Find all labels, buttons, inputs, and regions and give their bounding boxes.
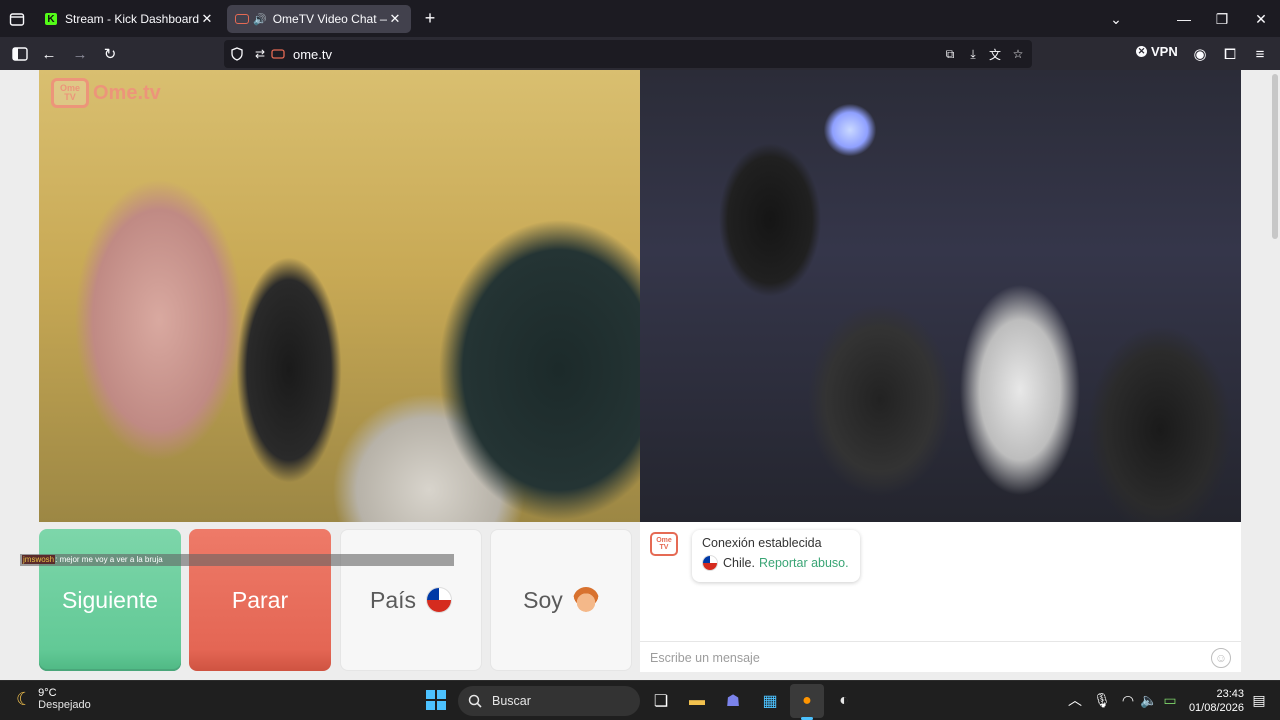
country-button[interactable]: País <box>340 529 482 671</box>
remote-video <box>640 70 1241 522</box>
moon-icon: ☾ <box>16 688 33 709</box>
clock-date: 01/08/2026 <box>1188 702 1244 714</box>
overlay-message: : mejor me voy a ver a la bruja <box>55 555 163 564</box>
search-icon <box>468 694 482 708</box>
ometv-page: Ome TV Ome.tv Siguiente Parar País Soy jm… <box>0 70 1280 680</box>
chile-flag-icon <box>702 555 718 571</box>
chevron-up-icon[interactable]: ︿ <box>1066 691 1084 709</box>
tab-kick-dashboard[interactable]: K Stream - Kick Dashboard ✕ <box>37 5 223 33</box>
search-label: Buscar <box>492 694 531 708</box>
gender-button-label: Soy <box>523 586 563 613</box>
vpn-label: VPN <box>1151 44 1178 59</box>
weather-desc: Despejado <box>38 699 91 711</box>
close-window-button[interactable]: ✕ <box>1250 8 1272 30</box>
clock-time: 23:43 <box>1216 688 1244 700</box>
system-message: Conexión establecida Chile. Reportar abu… <box>692 530 860 582</box>
microphone-icon[interactable]: 🎙 <box>1093 691 1111 709</box>
speaker-icon[interactable]: 🔊 <box>253 13 267 26</box>
file-explorer-icon[interactable]: ▬ <box>685 689 709 713</box>
permissions-icon[interactable]: ⇄ <box>252 46 268 62</box>
chile-flag-icon <box>426 587 453 613</box>
stream-chat-overlay: jmswosh: mejor me voy a ver a la bruja <box>20 554 454 566</box>
local-video: Ome TV Ome.tv <box>39 70 640 522</box>
ometv-icon <box>235 14 249 24</box>
tab-strip: K Stream - Kick Dashboard ✕ 🔊 OmeTV Vide… <box>0 0 1280 37</box>
minimize-button[interactable]: — <box>1173 8 1195 30</box>
stop-button-label: Parar <box>231 586 289 613</box>
emoji-icon[interactable]: ☺ <box>1211 648 1231 668</box>
forward-button[interactable]: → <box>69 43 91 65</box>
tab-title: OmeTV Video Chat — Ome <box>272 12 387 26</box>
report-abuse-link[interactable]: Reportar abuso. <box>759 556 849 570</box>
message-input[interactable]: Escribe un mensaje ☺ <box>640 641 1241 672</box>
close-icon[interactable]: ✕ <box>199 11 215 27</box>
bookmark-star-icon[interactable]: ☆ <box>1010 46 1026 62</box>
translate-icon[interactable]: 文 <box>987 46 1003 62</box>
ometv-logo: Ome TV Ome.tv <box>51 78 161 108</box>
overlay-username: jmswosh <box>22 555 56 564</box>
next-button[interactable]: Siguiente <box>39 529 181 671</box>
ometv-chat-icon: Ome TV <box>650 532 678 556</box>
system-clock[interactable]: 23:43 01/08/2026 <box>1188 687 1244 715</box>
partner-country-line: Chile. Reportar abuso. <box>702 555 850 571</box>
sidebar-icon[interactable] <box>9 43 31 65</box>
tab-title: Stream - Kick Dashboard <box>65 12 199 26</box>
kick-icon: K <box>45 13 57 25</box>
tab-list-icon[interactable] <box>6 8 28 30</box>
weather-widget[interactable]: ☾ 9°C Despejado <box>16 687 91 711</box>
url-text: ome.tv <box>293 47 333 62</box>
back-button[interactable]: ← <box>38 43 60 65</box>
connection-status: Conexión establecida <box>702 536 822 550</box>
teams-icon[interactable]: ☗ <box>721 689 745 713</box>
screen-share-icon[interactable]: ⧉ <box>942 46 958 62</box>
volume-icon[interactable]: 🔈 <box>1140 691 1158 709</box>
chat-panel: Ome TV Conexión establecida Chile. Report… <box>640 522 1241 672</box>
shield-icon[interactable] <box>229 46 245 62</box>
chevron-down-icon[interactable]: ⌄ <box>1105 8 1127 30</box>
gender-button[interactable]: Soy <box>490 529 632 671</box>
country-button-label: País <box>369 586 417 613</box>
notification-icon[interactable]: ▤ <box>1250 691 1268 709</box>
windows-start-icon[interactable] <box>426 690 446 710</box>
new-tab-button[interactable]: + <box>420 8 440 28</box>
windows-taskbar: ☾ 9°C Despejado Buscar ❏ ▬ ☗ ▦ ● ◐ ︿ 🎙 ◠… <box>0 680 1280 720</box>
menu-icon[interactable]: ≡ <box>1249 43 1271 65</box>
close-icon[interactable]: ✕ <box>387 11 403 27</box>
restore-button[interactable]: ❐ <box>1211 8 1233 30</box>
camera-icon[interactable] <box>270 46 286 62</box>
wifi-icon[interactable]: ◠ <box>1119 691 1137 709</box>
store-icon[interactable]: ▦ <box>758 689 782 713</box>
stop-button[interactable]: Parar <box>189 529 331 671</box>
account-icon[interactable]: ◉ <box>1189 43 1211 65</box>
vpn-off-icon: ✕ <box>1136 46 1147 57</box>
task-view-icon[interactable]: ❏ <box>649 689 673 713</box>
boy-avatar-icon <box>572 587 599 613</box>
ometv-logo-text: Ome.tv <box>93 81 161 104</box>
next-button-label: Siguiente <box>62 586 158 613</box>
extensions-icon[interactable]: ⧠ <box>1219 43 1241 65</box>
reload-button[interactable]: ↻ <box>99 43 121 65</box>
ometv-logo-icon: Ome TV <box>51 78 89 108</box>
address-bar[interactable]: ⇄ ome.tv ⧉ ⤓ 文 ☆ <box>224 40 1032 68</box>
navigation-toolbar: ← → ↻ ⇄ ome.tv ⧉ ⤓ 文 ☆ ✕ VPN ◉ ⧠ ≡ <box>0 37 1280 70</box>
download-icon[interactable]: ⤓ <box>965 46 981 62</box>
weather-temp: 9°C <box>38 687 57 699</box>
message-placeholder: Escribe un mensaje <box>650 651 760 665</box>
partner-country: Chile. <box>723 556 755 570</box>
obs-icon[interactable]: ◐ <box>832 689 856 713</box>
vpn-button[interactable]: ✕ VPN <box>1136 44 1178 59</box>
tab-ometv[interactable]: 🔊 OmeTV Video Chat — Ome ✕ <box>227 5 411 33</box>
firefox-icon[interactable]: ● <box>795 689 819 713</box>
page-scrollbar[interactable] <box>1272 74 1278 239</box>
taskbar-search[interactable]: Buscar <box>458 686 640 716</box>
battery-icon[interactable]: ▭ <box>1161 691 1179 709</box>
